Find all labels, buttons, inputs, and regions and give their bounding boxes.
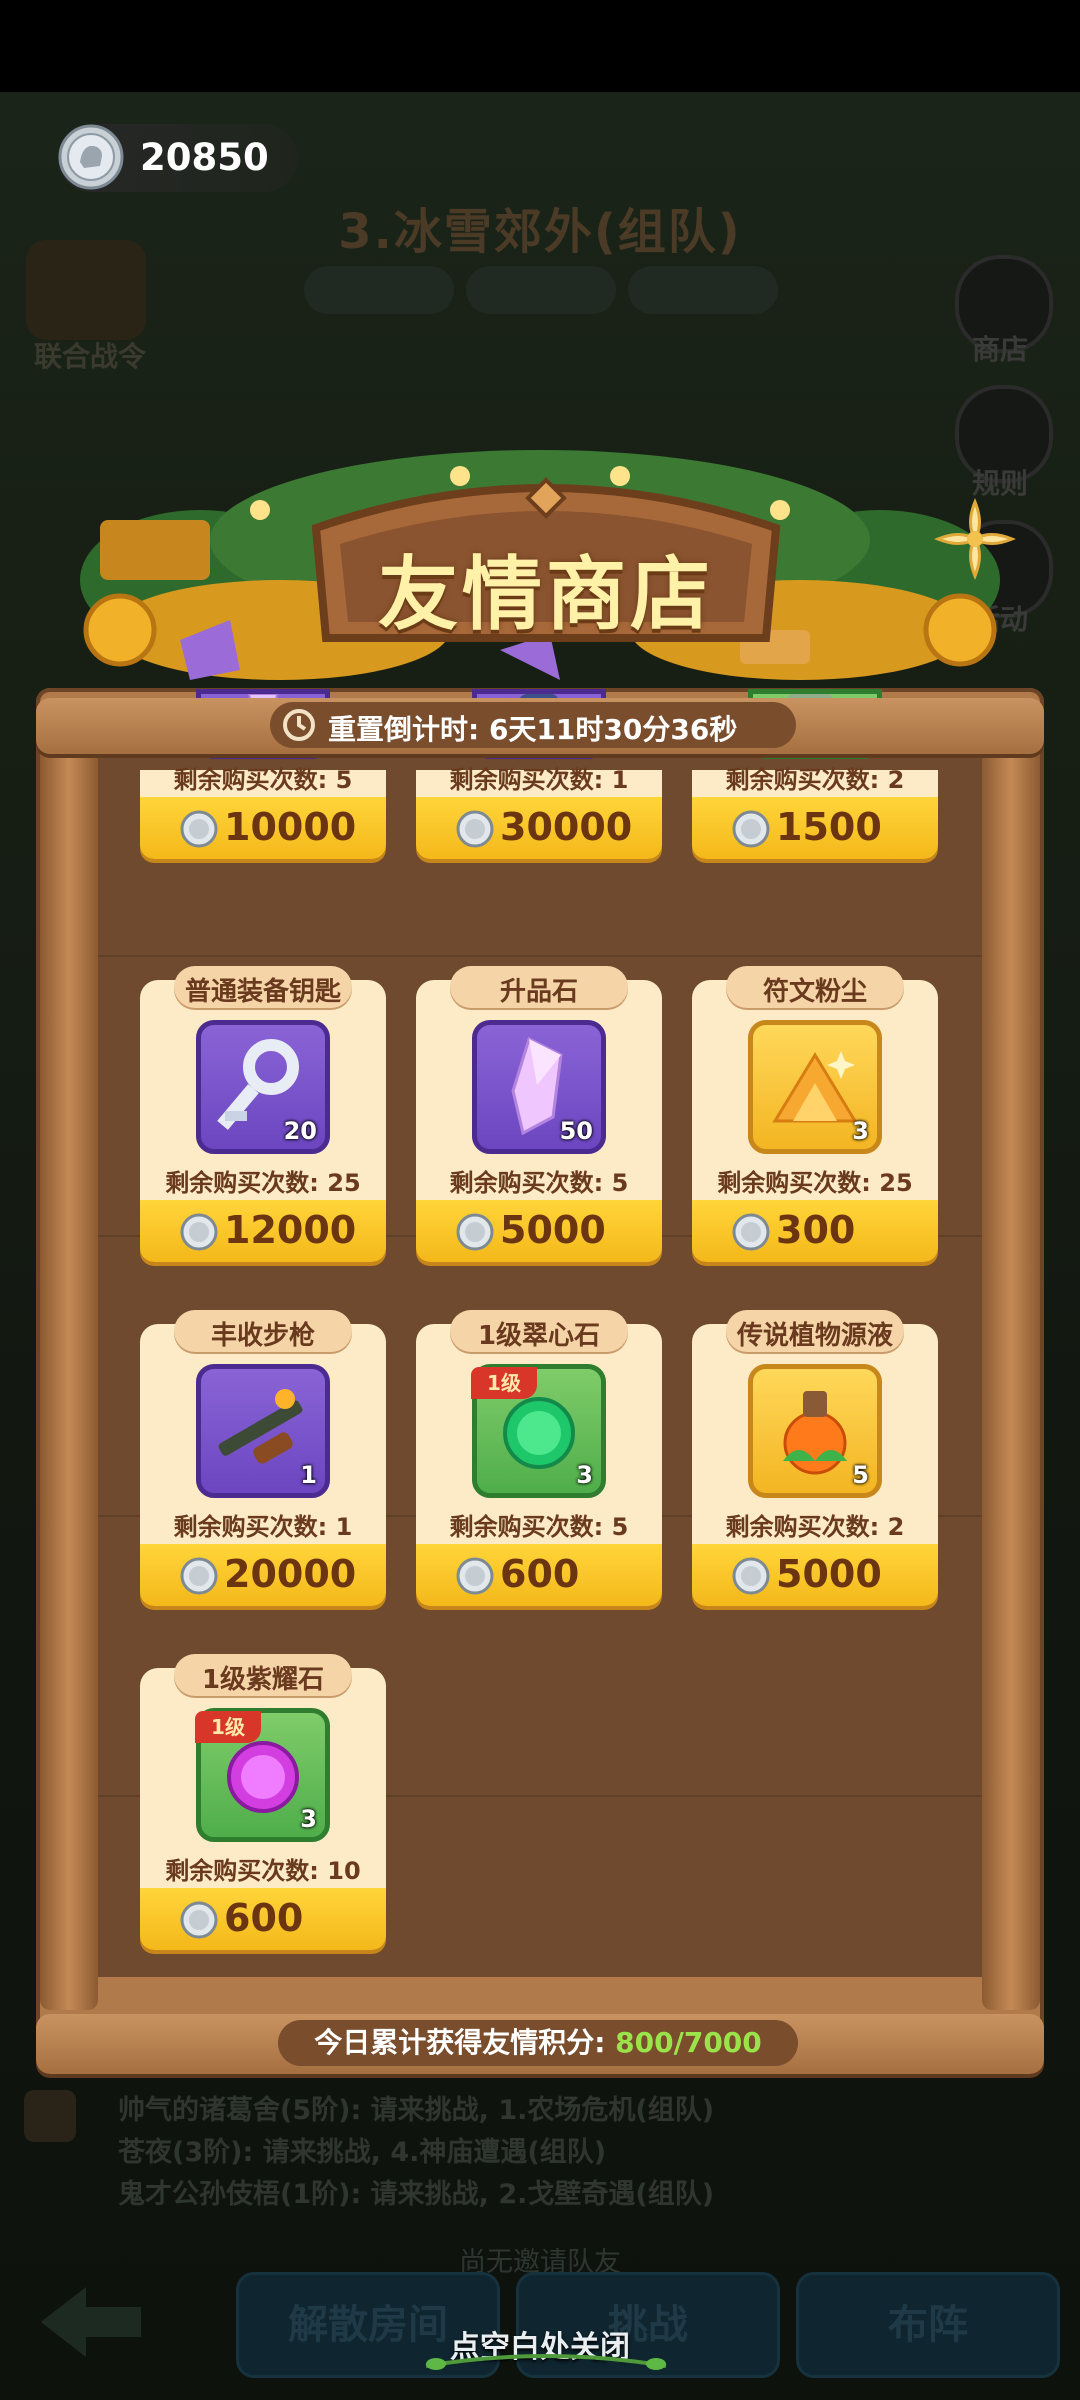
battle-pass-icon[interactable] bbox=[26, 240, 146, 340]
stage-stat-pill bbox=[304, 266, 454, 314]
remaining-purchases: 剩余购买次数: 2 bbox=[725, 1513, 905, 1541]
item-price: 5000 bbox=[776, 1552, 882, 1596]
shop-title: 友情商店 bbox=[378, 548, 714, 641]
item-name: 普通装备钥匙 bbox=[184, 977, 341, 1007]
daily-points-value: 800/7000 bbox=[615, 2026, 762, 2059]
rifle-icon: 1 bbox=[196, 1364, 330, 1498]
shop-item-card[interactable]: 普通装备钥匙 20 剩余购买次数: 25 12000 bbox=[140, 966, 386, 1262]
team-log-line: 苍夜(3阶): 请来挑战, 4.神庙遭遇(组队) bbox=[118, 2137, 607, 2168]
remaining-purchases: 剩余购买次数: 5 bbox=[173, 766, 353, 794]
remaining-purchases: 剩余购买次数: 2 bbox=[725, 766, 905, 794]
buy-button[interactable]: 300 bbox=[692, 1200, 938, 1262]
shop-item-card[interactable]: 丰收步枪 1 剩余购买次数: 1 20000 bbox=[140, 1310, 386, 1606]
friendship-coin-icon bbox=[58, 124, 124, 190]
daily-points: 今日累计获得友情积分: 800/7000 bbox=[278, 2020, 798, 2066]
level-tag: 1级 bbox=[471, 1367, 537, 1399]
buy-button[interactable]: 20000 bbox=[140, 1544, 386, 1606]
friendship-coin-icon bbox=[456, 1213, 494, 1251]
friendship-coin-icon bbox=[180, 1213, 218, 1251]
remaining-purchases: 剩余购买次数: 1 bbox=[449, 766, 629, 794]
remaining-purchases: 剩余购买次数: 5 bbox=[449, 1169, 629, 1197]
stage-stat-pill bbox=[466, 266, 616, 314]
friendship-coin-counter: 20850 bbox=[58, 124, 298, 192]
team-log-line: 帅气的诸葛舍(5阶): 请来挑战, 1.农场危机(组队) bbox=[118, 2095, 715, 2126]
friendship-coin-icon bbox=[180, 1557, 218, 1595]
item-name: 1级紫耀石 bbox=[201, 1665, 325, 1695]
remaining-purchases: 剩余购买次数: 25 bbox=[165, 1169, 361, 1197]
item-price: 5000 bbox=[500, 1208, 606, 1252]
stage-stat-pill bbox=[628, 266, 778, 314]
item-name: 符文粉尘 bbox=[762, 977, 867, 1007]
friendship-coin-icon bbox=[180, 1901, 218, 1939]
shop-item-card[interactable]: 1级翠心石 1级 3 剩余购买次数: 5 600 bbox=[416, 1310, 662, 1606]
item-price: 12000 bbox=[224, 1208, 357, 1252]
buy-button[interactable]: 10000 bbox=[140, 797, 386, 859]
remaining-purchases: 剩余购买次数: 25 bbox=[717, 1169, 913, 1197]
friendship-coin-icon bbox=[732, 1557, 770, 1595]
item-price: 600 bbox=[500, 1552, 580, 1596]
item-price: 20000 bbox=[224, 1552, 357, 1596]
green-gem-icon: 1级 3 bbox=[471, 1364, 606, 1498]
remaining-purchases: 剩余购买次数: 1 bbox=[173, 1513, 353, 1541]
remaining-purchases: 剩余购买次数: 5 bbox=[449, 1513, 629, 1541]
item-price: 10000 bbox=[224, 805, 357, 849]
buy-button[interactable]: 600 bbox=[416, 1544, 662, 1606]
close-icon[interactable] bbox=[930, 494, 1020, 584]
rune-dust-icon: 3 bbox=[748, 1020, 882, 1154]
item-price: 1500 bbox=[776, 805, 882, 849]
item-name: 1级翠心石 bbox=[477, 1321, 601, 1351]
countdown-text: 重置倒计时: 6天11时30分36秒 bbox=[328, 713, 738, 746]
battle-pass-label: 联合战令 bbox=[33, 340, 146, 373]
friendship-coin-icon bbox=[732, 1213, 770, 1251]
item-name: 丰收步枪 bbox=[210, 1321, 315, 1351]
item-price: 300 bbox=[776, 1208, 856, 1252]
friendship-coin-icon bbox=[732, 810, 770, 848]
stage-title: 3.冰雪郊外(组队) bbox=[338, 204, 742, 260]
buy-button[interactable]: 600 bbox=[140, 1888, 386, 1950]
friendship-coin-icon bbox=[456, 810, 494, 848]
shop-label: 商店 bbox=[971, 333, 1028, 366]
key-icon: 20 bbox=[196, 1020, 330, 1154]
shop-item-card[interactable]: 传说植物源液 5 剩余购买次数: 2 5000 bbox=[692, 1310, 938, 1606]
potion-icon: 5 bbox=[748, 1364, 882, 1498]
team-log-line: 鬼才公孙伎梧(1阶): 请来挑战, 2.戈壁奇遇(组队) bbox=[118, 2179, 715, 2210]
item-price: 30000 bbox=[500, 805, 633, 849]
level-tag: 1级 bbox=[195, 1711, 261, 1743]
chat-icon[interactable] bbox=[24, 2090, 76, 2142]
daily-points-label: 今日累计获得友情积分: bbox=[314, 2026, 616, 2059]
item-name: 升品石 bbox=[499, 977, 578, 1007]
buy-button[interactable]: 30000 bbox=[416, 797, 662, 859]
buy-button[interactable]: 1500 bbox=[692, 797, 938, 859]
clock-icon bbox=[283, 709, 315, 741]
shop-item-card[interactable]: 符文粉尘 3 剩余购买次数: 25 300 bbox=[692, 966, 938, 1262]
frame-right-post bbox=[982, 700, 1040, 2010]
vine-decoration bbox=[425, 2354, 667, 2370]
upgrade-stone-icon: 50 bbox=[472, 1020, 606, 1154]
friendship-coin-icon bbox=[456, 1557, 494, 1595]
reset-countdown: 重置倒计时: 6天11时30分36秒 bbox=[270, 702, 796, 748]
purple-gem-icon: 1级 3 bbox=[195, 1708, 330, 1842]
item-price: 600 bbox=[224, 1896, 304, 1940]
status-bar bbox=[0, 0, 1080, 92]
buy-button[interactable]: 5000 bbox=[416, 1200, 662, 1262]
buy-button[interactable]: 5000 bbox=[692, 1544, 938, 1606]
item-name: 传说植物源液 bbox=[736, 1321, 893, 1351]
buy-button[interactable]: 12000 bbox=[140, 1200, 386, 1262]
remaining-purchases: 剩余购买次数: 10 bbox=[165, 1857, 361, 1885]
friendship-coin-icon bbox=[180, 810, 218, 848]
shop-item-card[interactable]: 1级紫耀石 1级 3 剩余购买次数: 10 600 bbox=[140, 1654, 386, 1950]
frame-left-post bbox=[40, 700, 98, 2010]
shop-item-card[interactable]: 升品石 50 剩余购买次数: 5 5000 bbox=[416, 966, 662, 1262]
coin-amount: 20850 bbox=[140, 136, 269, 179]
